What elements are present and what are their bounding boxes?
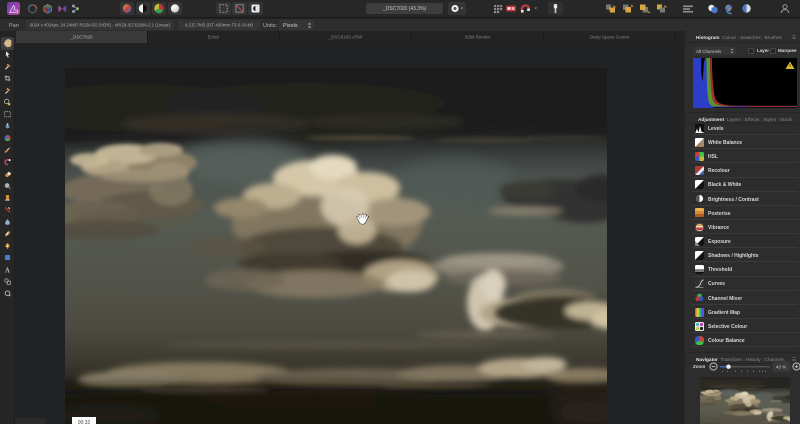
svg-text:A: A — [5, 266, 11, 274]
